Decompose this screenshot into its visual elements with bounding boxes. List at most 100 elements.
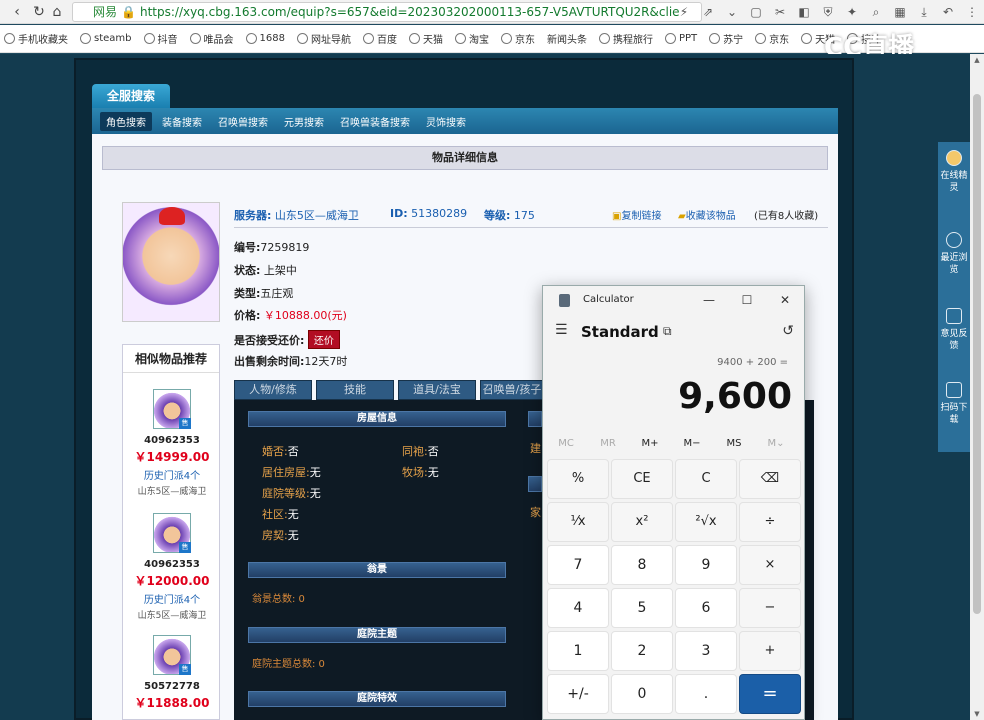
similar-item[interactable]: 售 40962353 ￥12000.00 历史门派4个 山东5区—威海卫 [123,513,221,621]
subtract-button[interactable]: − [739,588,801,628]
home-icon[interactable]: ⌂ [48,3,66,21]
dropdown-icon[interactable]: ⌄ [720,3,744,21]
maximize-icon[interactable]: ☐ [728,286,766,314]
subnav-lingshi-search[interactable]: 灵饰搜索 [420,112,472,131]
digit-9-button[interactable]: 9 [675,545,737,585]
tab-items[interactable]: 道具/法宝 [398,380,476,400]
similar-item[interactable]: 售 50572778 ￥11888.00 [123,635,221,711]
shield-icon[interactable]: ⛨ [816,3,840,21]
memory-store-button[interactable]: MS [714,438,754,449]
clear-entry-button[interactable]: CE [611,459,673,499]
square-root-button[interactable]: ²√x [675,502,737,542]
reload-icon[interactable]: ↻ [30,3,48,21]
scroll-thumb[interactable] [973,94,981,614]
cut-icon[interactable]: ✂ [768,3,792,21]
subnav-role-search[interactable]: 角色搜索 [100,111,152,131]
feedback-button[interactable]: 意见反馈 [938,308,970,352]
bookmark-item[interactable]: 淘宝 [454,31,489,46]
favorite-link[interactable]: 收藏该物品 [686,211,736,222]
bookmark-item[interactable]: 京东 [755,31,789,46]
subnav-pet-search[interactable]: 召唤兽搜索 [212,112,274,131]
item-thumbnail[interactable]: 售 [153,513,191,553]
digit-7-button[interactable]: 7 [547,545,609,585]
item-thumbnail[interactable]: 售 [153,635,191,675]
page-scrollbar[interactable]: ▲ ▼ [970,54,984,720]
bookmark-item[interactable]: 百度 [362,31,397,46]
memory-list-button[interactable]: M⌄ [756,438,796,449]
equals-button[interactable]: = [739,674,801,714]
digit-5-button[interactable]: 5 [611,588,673,628]
tab-character[interactable]: 人物/修炼 [234,380,312,400]
bookmark-item[interactable]: 天猫 [408,31,443,46]
digit-2-button[interactable]: 2 [611,631,673,671]
undo-icon[interactable]: ↶ [936,3,960,21]
bookmark-item[interactable]: 网址导航 [296,31,351,46]
subnav-pet-equip-search[interactable]: 召唤兽装备搜索 [334,112,416,131]
lightning-icon[interactable]: ⚡ [672,3,696,21]
bookmark-item[interactable]: PPT [664,33,697,44]
add-button[interactable]: + [739,631,801,671]
negate-button[interactable]: +/- [547,674,609,714]
game-icon[interactable]: ✦ [840,3,864,21]
haggle-button[interactable]: 还价 [307,330,340,349]
reciprocal-button[interactable]: ¹⁄x [547,502,609,542]
multiply-button[interactable]: × [739,545,801,585]
menu-icon[interactable]: ⋮ [960,3,984,21]
digit-3-button[interactable]: 3 [675,631,737,671]
bookmark-item[interactable]: 唯品会 [189,31,234,46]
subnav-equip-search[interactable]: 装备搜索 [156,112,208,131]
square-button[interactable]: x² [611,502,673,542]
similar-item[interactable]: 售 40962353 ￥14999.00 历史门派4个 山东5区—威海卫 [123,389,221,497]
apps-icon[interactable]: ▦ [888,3,912,21]
tab-pets[interactable]: 召唤兽/孩子 [480,380,544,400]
bookmark-item[interactable]: 携程旅行 [598,31,653,46]
minimize-icon[interactable]: — [690,286,728,314]
bookmark-item[interactable]: 抖音 [143,31,178,46]
online-helper-button[interactable]: 在线精灵 [938,150,970,194]
bookmark-item[interactable]: steamb [80,33,132,44]
bookmark-item[interactable]: 京东 [500,31,535,46]
memory-recall-button[interactable]: MR [588,438,628,449]
screenshot-icon[interactable]: ▢ [744,3,768,21]
history-icon[interactable]: ↺ [782,323,794,339]
subnav-yuannan-search[interactable]: 元男搜索 [278,112,330,131]
item-thumbnail[interactable]: 售 [153,389,191,429]
digit-8-button[interactable]: 8 [611,545,673,585]
recent-browse-button[interactable]: 最近浏览 [938,232,970,276]
extension-icon[interactable]: ◧ [792,3,816,21]
hamburger-menu-icon[interactable]: ☰ [555,322,568,338]
digit-4-button[interactable]: 4 [547,588,609,628]
decimal-button[interactable]: . [675,674,737,714]
back-icon[interactable]: ‹ [8,3,26,21]
share-icon[interactable]: ⇗ [696,3,720,21]
scroll-down-icon[interactable]: ▼ [970,708,984,720]
address-bar[interactable]: 网易 🔒 https://xyq.cbg.163.com/equip?s=657&e… [72,2,702,22]
download-icon[interactable]: ⤓ [912,3,936,21]
bookmark-item[interactable]: 新闻头条 [547,31,587,46]
item-history-link[interactable]: 历史门派4个 [123,467,221,482]
digit-6-button[interactable]: 6 [675,588,737,628]
calculator-titlebar[interactable]: Calculator — ☐ ✕ [543,286,804,314]
bookmark-item[interactable]: 1688 [245,33,285,44]
bookmark-item[interactable]: 苏宁 [709,31,743,46]
memory-add-button[interactable]: M+ [630,438,670,449]
close-icon[interactable]: ✕ [766,286,804,314]
memory-clear-button[interactable]: MC [546,438,586,449]
bookmark-item[interactable]: 手机收藏夹 [4,31,68,46]
copy-link[interactable]: 复制链接 [621,211,661,222]
scan-download-button[interactable]: 扫码下载 [938,382,970,426]
digit-0-button[interactable]: 0 [611,674,673,714]
tab-all-server-search[interactable]: 全服搜索 [92,84,170,108]
keep-on-top-icon[interactable]: ⧉ [663,324,672,339]
search-icon[interactable]: ⌕ [864,3,888,21]
divide-button[interactable]: ÷ [739,502,801,542]
backspace-button[interactable]: ⌫ [739,459,801,499]
digit-1-button[interactable]: 1 [547,631,609,671]
memory-subtract-button[interactable]: M− [672,438,712,449]
clear-button[interactable]: C [675,459,737,499]
server-value[interactable]: 山东5区—威海卫 [275,209,359,222]
scroll-up-icon[interactable]: ▲ [970,54,984,66]
item-history-link[interactable]: 历史门派4个 [123,591,221,606]
percent-button[interactable]: % [547,459,609,499]
tab-skills[interactable]: 技能 [316,380,394,400]
